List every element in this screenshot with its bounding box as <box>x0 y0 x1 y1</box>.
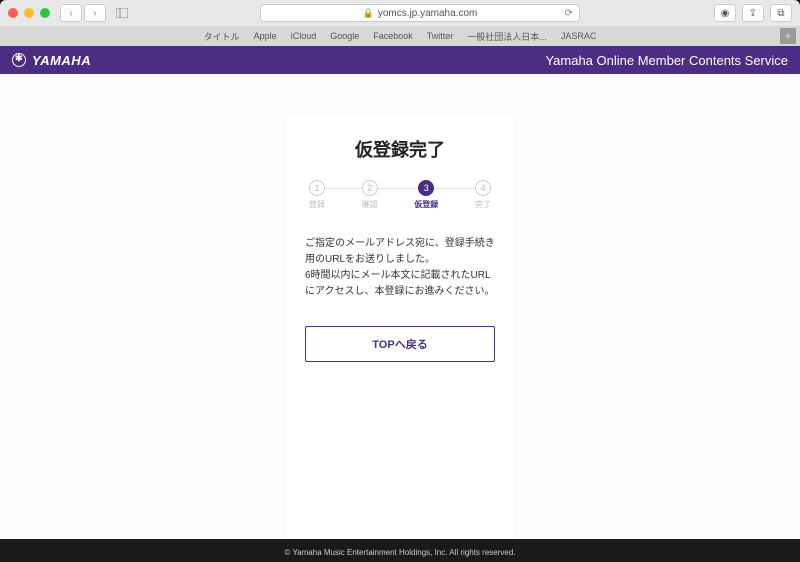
bookmark-item[interactable]: Apple <box>254 31 277 41</box>
minimize-window-button[interactable] <box>24 8 34 18</box>
step-1: 1 登録 <box>309 180 325 210</box>
top-button[interactable]: TOPへ戻る <box>305 326 495 362</box>
bookmark-item[interactable]: タイトル <box>204 30 240 43</box>
page-title: 仮登録完了 <box>305 136 495 162</box>
site-header: YAMAHA Yamaha Online Member Contents Ser… <box>0 46 800 74</box>
lock-icon: 🔒 <box>363 8 374 19</box>
address-bar[interactable]: 🔒 yomcs.jp.yamaha.com ⟳ <box>260 4 580 22</box>
bookmark-item[interactable]: Twitter <box>427 31 454 41</box>
bookmark-item[interactable]: JASRAC <box>561 31 597 41</box>
address-bar-container: 🔒 yomcs.jp.yamaha.com ⟳ <box>136 4 704 22</box>
step-4: 4 完了 <box>475 180 491 210</box>
nav-buttons: ‹ › <box>60 4 106 22</box>
step-number: 3 <box>418 180 434 196</box>
step-number: 4 <box>475 180 491 196</box>
step-number: 2 <box>362 180 378 196</box>
copyright-text: © Yamaha Music Entertainment Holdings, I… <box>284 548 515 557</box>
yamaha-logo[interactable]: YAMAHA <box>12 53 91 68</box>
step-3: 3 仮登録 <box>414 180 438 210</box>
window-controls <box>8 8 50 18</box>
new-tab-button[interactable]: + <box>780 28 796 44</box>
forward-button[interactable]: › <box>84 4 106 22</box>
step-label: 完了 <box>475 199 491 210</box>
back-button[interactable]: ‹ <box>60 4 82 22</box>
service-title: Yamaha Online Member Contents Service <box>545 53 788 68</box>
scrollbar[interactable] <box>788 92 800 523</box>
step-2: 2 確認 <box>362 180 378 210</box>
sidebar-button[interactable] <box>114 4 130 22</box>
brand-text: YAMAHA <box>32 53 91 68</box>
close-window-button[interactable] <box>8 8 18 18</box>
progress-steps: 1 登録 2 確認 3 仮登録 4 完了 <box>305 180 495 210</box>
step-label: 確認 <box>362 199 378 210</box>
toolbar-right: ◉ ⇪ ⧉ <box>714 4 792 22</box>
bookmark-item[interactable]: 一般社団法人日本... <box>467 30 547 43</box>
message-line: 6時間以内にメール本文に記載されたURLにアクセスし、本登録にお進みください。 <box>305 268 495 300</box>
browser-toolbar: ‹ › 🔒 yomcs.jp.yamaha.com ⟳ ◉ ⇪ ⧉ <box>0 0 800 26</box>
bookmark-item[interactable]: iCloud <box>291 31 317 41</box>
confirmation-message: ご指定のメールアドレス宛に、登録手続き用のURLをお送りしました。 6時間以内に… <box>305 236 495 300</box>
reload-icon[interactable]: ⟳ <box>565 8 573 19</box>
share-button[interactable]: ⇪ <box>742 4 764 22</box>
bookmarks-bar: タイトル Apple iCloud Google Facebook Twitte… <box>0 26 800 46</box>
logo-icon <box>12 53 26 67</box>
step-label: 仮登録 <box>414 199 438 210</box>
bookmark-item[interactable]: Facebook <box>373 31 413 41</box>
page-viewport: YAMAHA Yamaha Online Member Contents Ser… <box>0 46 800 539</box>
message-line: ご指定のメールアドレス宛に、登録手続き用のURLをお送りしました。 <box>305 236 495 268</box>
registration-card: 仮登録完了 1 登録 2 確認 3 仮登録 4 完了 <box>285 114 515 539</box>
url-text: yomcs.jp.yamaha.com <box>378 8 477 19</box>
site-footer: © Yamaha Music Entertainment Holdings, I… <box>0 543 800 562</box>
bookmark-item[interactable]: Google <box>330 31 359 41</box>
content-area: 仮登録完了 1 登録 2 確認 3 仮登録 4 完了 <box>0 74 800 539</box>
maximize-window-button[interactable] <box>40 8 50 18</box>
step-label: 登録 <box>309 199 325 210</box>
step-number: 1 <box>309 180 325 196</box>
tabs-button[interactable]: ⧉ <box>770 4 792 22</box>
downloads-button[interactable]: ◉ <box>714 4 736 22</box>
